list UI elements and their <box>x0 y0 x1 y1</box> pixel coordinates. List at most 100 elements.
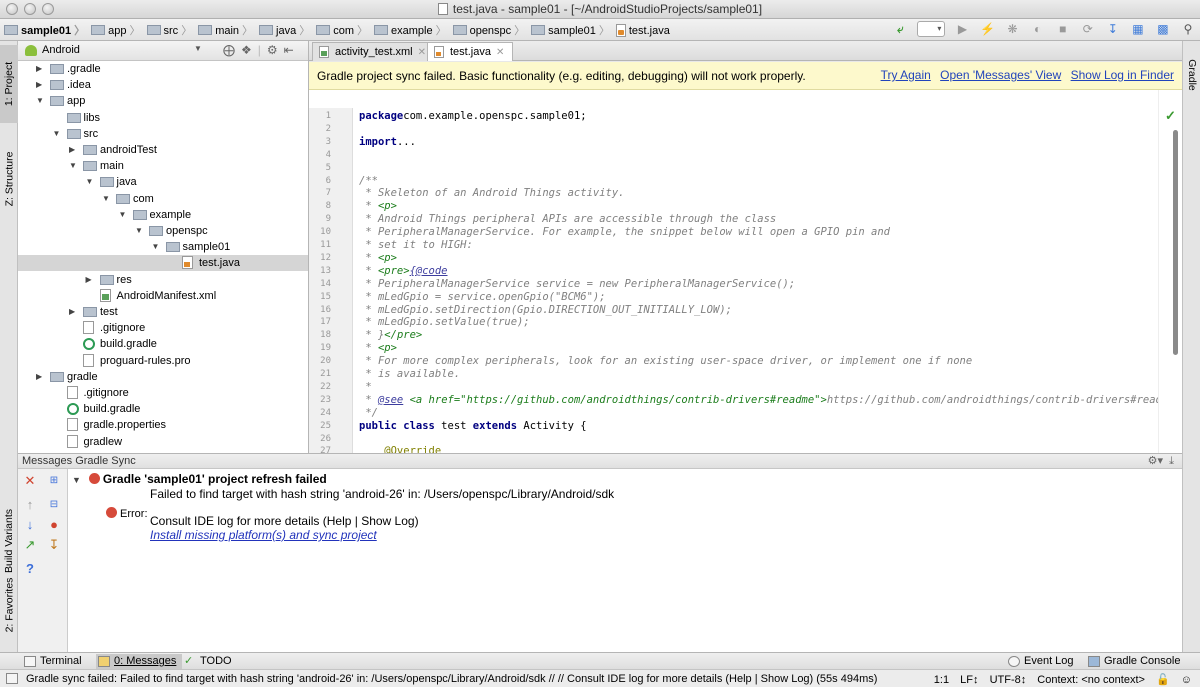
message-group[interactable]: ▼ Gradle 'sample01' project refresh faile… <box>72 472 327 486</box>
chevron-down-icon[interactable]: ▼ <box>72 475 81 485</box>
memory-indicator-icon[interactable]: ☺ <box>1181 674 1192 686</box>
project-structure-icon[interactable]: ▩ <box>1155 21 1171 37</box>
tree-item[interactable]: gradlew <box>18 434 308 450</box>
tree-item[interactable]: build.gradle <box>18 401 308 417</box>
code-editor[interactable]: packagecom.example.openspc.sample01; impo… <box>353 108 1158 453</box>
breadcrumb-item[interactable]: main 〉 <box>198 22 257 38</box>
search-icon[interactable]: ⚲ <box>1180 21 1196 37</box>
line-separator[interactable]: LF↕ <box>960 674 978 686</box>
caret-position[interactable]: 1:1 <box>934 674 949 686</box>
chevron-down-icon[interactable]: ▼ <box>36 93 44 109</box>
tab-project[interactable]: 1: Project <box>0 45 18 123</box>
tree-item[interactable]: ▼ main <box>18 158 308 174</box>
scroll-from-source-icon[interactable]: ⨁ <box>223 43 241 57</box>
close-tab-icon[interactable]: ✕ <box>418 47 426 58</box>
hide-panel-icon[interactable]: ⇤ <box>284 43 300 57</box>
debug-icon[interactable]: ❋ <box>1005 21 1021 37</box>
collapse-all-icon[interactable]: ❖ <box>241 43 258 57</box>
breadcrumb-item[interactable]: openspc 〉 <box>452 22 530 38</box>
tree-item[interactable]: build.gradle <box>18 336 308 352</box>
tree-item[interactable]: ▼ example <box>18 207 308 223</box>
export-icon[interactable]: ↗ <box>22 537 38 553</box>
apply-changes-icon[interactable]: ⚡ <box>980 21 996 37</box>
run-config-select[interactable]: ▾ <box>917 21 946 37</box>
chevron-down-icon[interactable]: ▼ <box>135 223 143 239</box>
breadcrumb-item[interactable]: sample01 〉 <box>531 22 614 38</box>
tree-item[interactable]: ▼ com <box>18 191 308 207</box>
make-project-icon[interactable]: ⤶ <box>892 21 908 37</box>
tree-item[interactable]: .gitignore <box>18 385 308 401</box>
tree-item[interactable]: ▶ .gradle <box>18 61 308 77</box>
breadcrumb-item[interactable]: test.java <box>615 24 670 37</box>
inspection-ok-icon[interactable]: ✓ <box>1165 108 1176 124</box>
tab-terminal[interactable]: Terminal <box>22 654 82 669</box>
breadcrumb-item[interactable]: example 〉 <box>374 22 451 38</box>
breadcrumb-item[interactable]: com 〉 <box>316 22 372 38</box>
chevron-down-icon[interactable]: ▼ <box>69 158 77 174</box>
editor-tab[interactable]: test.java ✕ <box>427 42 514 61</box>
tab-todo[interactable]: ✓ TODO <box>182 654 232 669</box>
gear-icon[interactable]: ⚙ <box>267 43 284 57</box>
chevron-down-icon[interactable]: ▼ <box>152 239 160 255</box>
tree-item[interactable]: proguard-rules.pro <box>18 353 308 369</box>
try-again-link[interactable]: Try Again <box>881 68 931 82</box>
chevron-right-icon[interactable]: ▶ <box>69 304 75 320</box>
tab-gradle[interactable]: Gradle <box>1183 45 1200 105</box>
open-messages-link[interactable]: Open 'Messages' View <box>940 68 1061 82</box>
editor-tab[interactable]: activity_test.xml ✕ <box>312 42 436 61</box>
chevron-down-icon[interactable]: ▼ <box>194 44 202 53</box>
project-view-select[interactable]: Android <box>42 44 80 56</box>
chevron-right-icon[interactable]: ▶ <box>36 61 42 77</box>
tree-item[interactable]: libs <box>18 110 308 126</box>
tree-item[interactable]: ▼ sample01 <box>18 239 308 255</box>
tree-item[interactable]: ▼ openspc <box>18 223 308 239</box>
editor-scrollbar[interactable] <box>1173 130 1178 355</box>
tree-item[interactable]: ▶ .idea <box>18 77 308 93</box>
tree-item[interactable]: AndroidManifest.xml <box>18 288 308 304</box>
hide-warnings-icon[interactable]: ● <box>46 517 62 533</box>
status-message[interactable]: Gradle sync failed: Failed to find targe… <box>26 673 877 685</box>
chevron-right-icon[interactable]: ▶ <box>36 77 42 93</box>
chevron-right-icon[interactable]: ▶ <box>86 272 92 288</box>
tree-item[interactable]: gradle.properties <box>18 417 308 433</box>
tree-item[interactable]: ▼ app <box>18 93 308 109</box>
collapse-all-icon[interactable]: ⊟ <box>46 497 62 513</box>
tab-event-log[interactable]: Event Log <box>1006 654 1074 669</box>
breadcrumb-item[interactable]: java 〉 <box>259 22 314 38</box>
tree-item[interactable]: ▼ src <box>18 126 308 142</box>
show-log-link[interactable]: Show Log in Finder <box>1071 68 1174 82</box>
tree-item[interactable]: ▶ androidTest <box>18 142 308 158</box>
lock-icon[interactable]: 🔓 <box>1156 674 1170 686</box>
tree-item[interactable]: test.java <box>18 255 308 272</box>
autoscroll-icon[interactable]: ↧ <box>46 537 62 553</box>
chevron-down-icon[interactable]: ▼ <box>86 174 94 190</box>
tree-item[interactable]: ▶ gradle <box>18 369 308 385</box>
sync-gradle-icon[interactable]: ⟳ <box>1080 21 1096 37</box>
chevron-down-icon[interactable]: ▼ <box>53 126 61 142</box>
chevron-right-icon[interactable]: ▶ <box>69 142 75 158</box>
profile-icon[interactable]: ◐ <box>1030 21 1046 37</box>
stop-icon[interactable]: ■ <box>1055 21 1071 37</box>
tab-favorites[interactable]: 2: Favorites <box>0 561 18 649</box>
chevron-right-icon[interactable]: ▶ <box>36 369 42 385</box>
run-icon[interactable]: ▶ <box>954 21 970 37</box>
toggle-tool-windows-icon[interactable] <box>6 673 18 684</box>
file-encoding[interactable]: UTF-8↕ <box>990 674 1027 686</box>
breadcrumb-item[interactable]: sample01 〉 <box>4 22 89 38</box>
hide-panel-icon[interactable]: ⤓ <box>1169 455 1174 467</box>
help-icon[interactable]: ? <box>22 561 38 577</box>
tree-item[interactable]: ▶ res <box>18 272 308 288</box>
context-selector[interactable]: Context: <no context> <box>1037 674 1145 686</box>
breadcrumb-item[interactable]: app 〉 <box>91 22 144 38</box>
close-icon[interactable]: ✕ <box>22 473 38 489</box>
tree-item[interactable]: ▶ test <box>18 304 308 320</box>
tree-item[interactable]: ▼ java <box>18 174 308 190</box>
previous-message-icon[interactable]: ↑ <box>22 497 38 513</box>
tab-structure[interactable]: Z: Structure <box>0 125 18 233</box>
chevron-down-icon[interactable]: ▼ <box>119 207 127 223</box>
expand-all-icon[interactable]: ⊞ <box>46 473 62 489</box>
gear-icon[interactable]: ⚙▾ <box>1148 455 1163 467</box>
breadcrumb-item[interactable]: src 〉 <box>146 22 197 38</box>
avd-manager-icon[interactable]: ▦ <box>1130 21 1146 37</box>
next-message-icon[interactable]: ↓ <box>22 517 38 533</box>
